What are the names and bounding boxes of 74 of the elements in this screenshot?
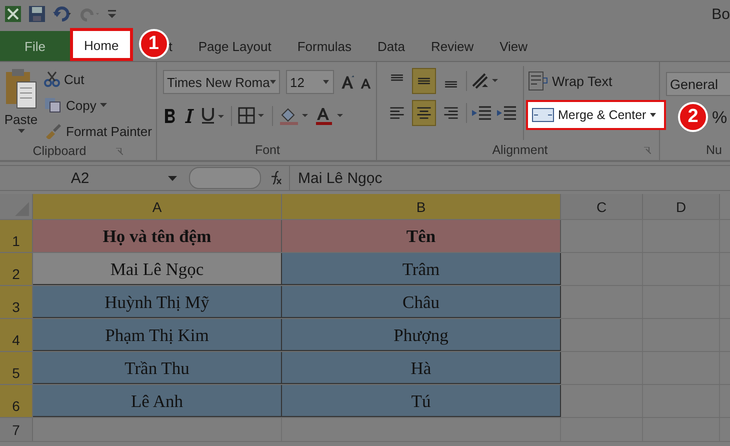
clipboard-icon[interactable]	[4, 68, 38, 110]
table-cell: Họ và tên đệm	[33, 220, 282, 252]
row-header[interactable]: 7	[0, 418, 33, 441]
table-cell: Phượng	[282, 319, 561, 351]
underline-icon[interactable]	[200, 107, 225, 125]
merge-cells-icon	[532, 108, 554, 122]
number-format-dropdown[interactable]: General	[666, 72, 730, 96]
dropdown-arrow-icon[interactable]	[168, 176, 177, 180]
text-orientation-icon[interactable]	[470, 71, 500, 91]
copy-button[interactable]: Copy	[66, 98, 96, 112]
step-badge: 2	[678, 102, 708, 132]
save-icon[interactable]	[28, 5, 46, 23]
undo-icon[interactable]	[52, 6, 74, 22]
row-header[interactable]: 3	[0, 286, 33, 318]
ribbon-tab[interactable]: t	[168, 31, 186, 61]
column-header[interactable]: B	[282, 194, 561, 219]
table-cell: Huỳnh Thị Mỹ	[33, 286, 282, 318]
font-name-dropdown[interactable]: Times New Roma	[162, 70, 280, 94]
table-cell: Trần Thu	[33, 352, 282, 384]
bold-icon[interactable]	[162, 108, 177, 124]
borders-icon[interactable]	[238, 107, 266, 125]
column-header[interactable]: D	[643, 194, 720, 219]
merge-center-button[interactable]: Merge & Center	[528, 102, 664, 128]
italic-icon[interactable]	[182, 108, 195, 124]
grow-font-icon[interactable]	[340, 73, 354, 91]
ribbon-tab[interactable]: Page Layout	[185, 31, 284, 61]
font-color-icon[interactable]	[314, 106, 345, 126]
table-cell: Mai Lê Ngọc	[33, 253, 282, 285]
paste-button[interactable]: Paste	[4, 112, 38, 127]
wrap-text-button[interactable]: Wrap Text	[528, 70, 664, 92]
customize-toolbar-icon[interactable]	[108, 9, 116, 19]
ribbon-tab[interactable]: Formulas	[284, 31, 365, 61]
row-header[interactable]: 5	[0, 352, 33, 384]
ribbon-tab[interactable]: Review	[418, 31, 487, 61]
copy-icon	[44, 97, 62, 113]
table-cell: Phạm Thị Kim	[33, 319, 282, 351]
file-tab[interactable]: File	[0, 31, 70, 61]
table-cell: Tên	[282, 220, 561, 252]
percent-style-button[interactable]: %	[712, 108, 728, 128]
row-header[interactable]: 4	[0, 319, 33, 351]
format-painter-button[interactable]: Format Painter	[66, 124, 152, 138]
row-header[interactable]: 2	[0, 253, 33, 285]
ribbon-tab[interactable]: Data	[364, 31, 418, 61]
step-badge: 1	[138, 29, 169, 59]
table-cell: Châu	[282, 286, 561, 318]
font-size-dropdown[interactable]: 12	[286, 70, 334, 94]
group-label: Clipboard	[32, 144, 86, 158]
row-header[interactable]: 6	[0, 385, 33, 417]
scissors-icon	[44, 71, 60, 87]
cut-button[interactable]: Cut	[64, 72, 84, 86]
ribbon-tab[interactable]: View	[486, 31, 541, 61]
ribbon-tab[interactable]: Home	[70, 28, 133, 61]
group-label: Nu	[706, 143, 722, 157]
dropdown-arrow-icon[interactable]	[100, 103, 108, 107]
excel-logo-icon[interactable]	[4, 5, 22, 23]
table-cell: Tú	[282, 385, 561, 417]
column-header[interactable]: C	[561, 194, 643, 219]
horizontal-align-button[interactable]	[412, 100, 436, 126]
paintbrush-icon	[44, 123, 62, 139]
group-label: Font	[254, 143, 280, 157]
name-box[interactable]: A2	[0, 170, 168, 186]
formula-bar-handle[interactable]	[189, 167, 261, 189]
column-header[interactable]: A	[33, 194, 282, 219]
wrap-text-icon	[528, 71, 550, 91]
row-header[interactable]: 1	[0, 220, 33, 252]
table-cell: Lê Anh	[33, 385, 282, 417]
formula-input[interactable]: Mai Lê Ngọc	[289, 166, 730, 190]
dropdown-arrow-icon[interactable]	[18, 129, 24, 133]
group-label: Alignment	[492, 143, 548, 157]
table-cell: Trâm	[282, 253, 561, 285]
window-title: Bo	[712, 6, 730, 22]
vertical-align-button[interactable]	[412, 68, 436, 94]
table-cell: Hà	[282, 352, 561, 384]
fill-color-icon[interactable]	[278, 106, 309, 126]
